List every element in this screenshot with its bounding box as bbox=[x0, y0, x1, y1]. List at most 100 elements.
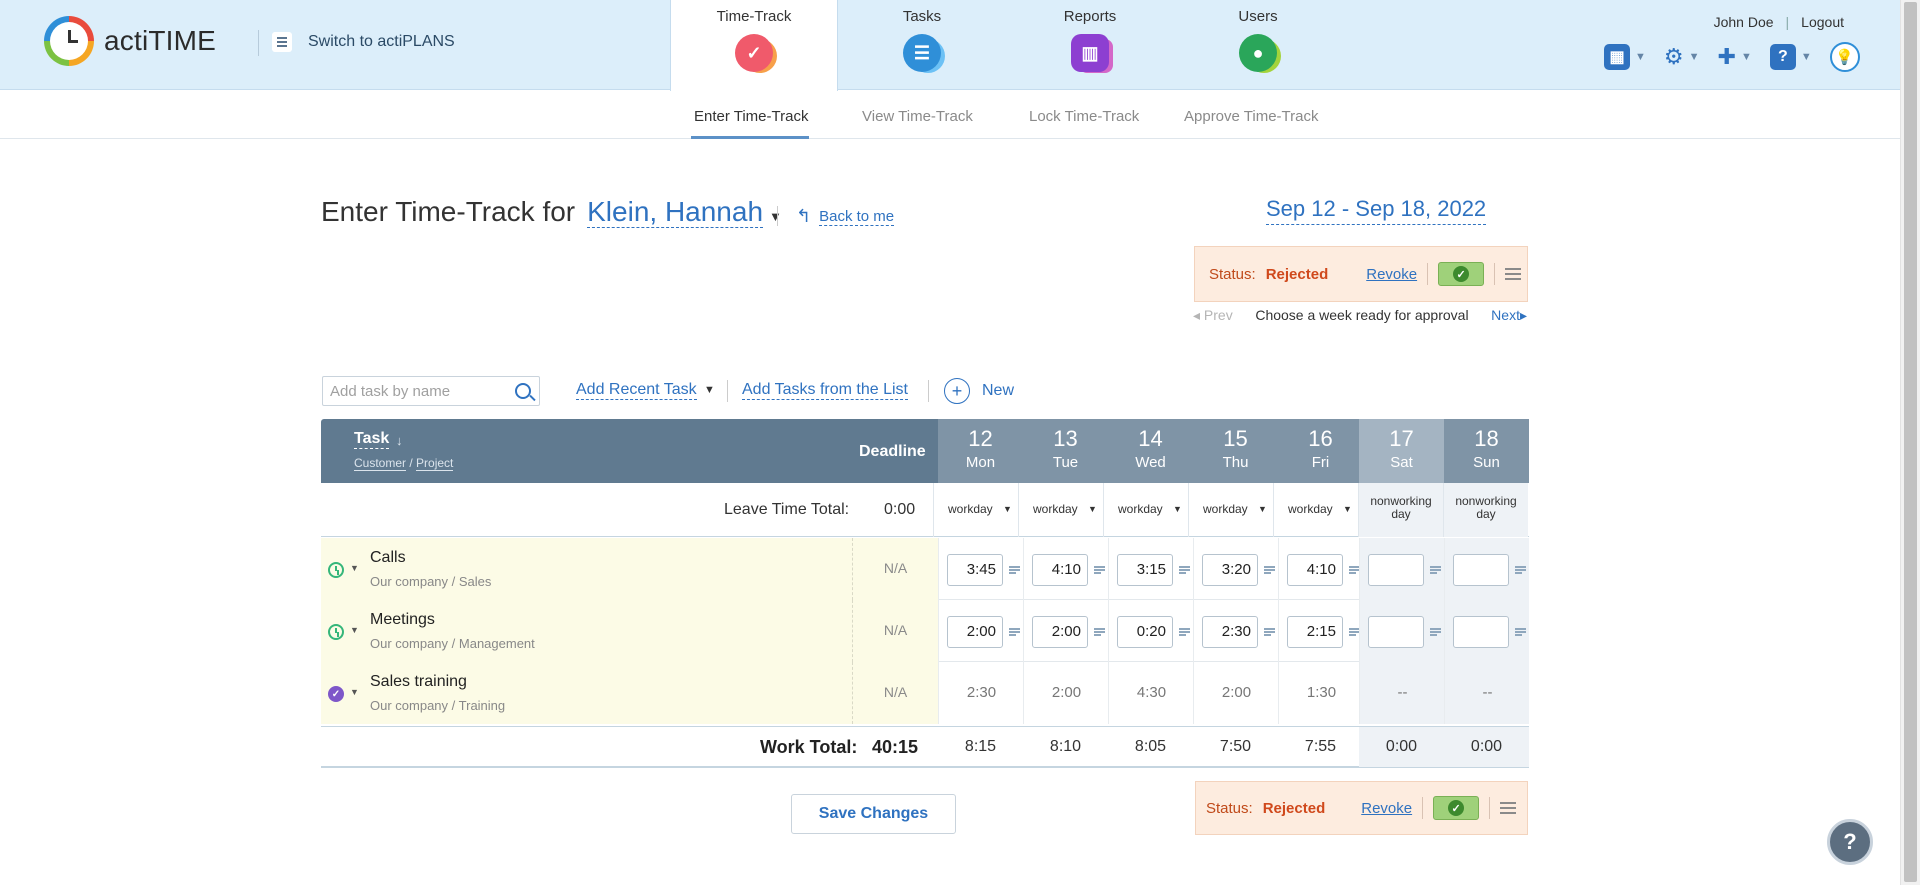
logout-link[interactable]: Logout bbox=[1801, 14, 1844, 30]
tab-label: Tasks bbox=[902, 8, 942, 25]
comment-icon[interactable] bbox=[1515, 628, 1526, 636]
add-tasks-from-list-link[interactable]: Add Tasks from the List bbox=[742, 381, 908, 400]
customer-sort-link[interactable]: Customer bbox=[354, 456, 407, 471]
day-weekday: Tue bbox=[1052, 454, 1079, 471]
settings-menu[interactable]: ⚙ ▼ bbox=[1664, 44, 1700, 70]
subnav-approve-time-track[interactable]: Approve Time-Track bbox=[1184, 108, 1318, 125]
active-subnav-indicator bbox=[691, 136, 809, 139]
time-input[interactable] bbox=[1453, 616, 1509, 648]
day-type-selector[interactable]: workday ▼ bbox=[1273, 483, 1358, 537]
comment-icon[interactable] bbox=[1094, 628, 1105, 636]
back-label: Back to me bbox=[819, 207, 895, 226]
new-task-button[interactable]: + New bbox=[944, 378, 1014, 404]
subnav-view-time-track[interactable]: View Time-Track bbox=[862, 108, 973, 125]
subnav-lock-time-track[interactable]: Lock Time-Track bbox=[1029, 108, 1139, 125]
prev-week-link[interactable]: ◂ Prev bbox=[1193, 307, 1233, 324]
user-name-link[interactable]: John Doe bbox=[1714, 14, 1774, 30]
comment-icon[interactable] bbox=[1094, 566, 1105, 574]
day-type-selector[interactable]: workday ▼ bbox=[1103, 483, 1188, 537]
caret-down-icon[interactable]: ▼ bbox=[350, 687, 359, 697]
search-icon[interactable] bbox=[515, 383, 531, 399]
time-input[interactable]: 2:00 bbox=[947, 616, 1003, 648]
toolbar-divider bbox=[727, 380, 728, 402]
time-input[interactable]: 3:45 bbox=[947, 554, 1003, 586]
status-divider bbox=[1422, 797, 1424, 819]
time-cell: 1:30 bbox=[1278, 662, 1363, 724]
caret-down-icon[interactable]: ▼ bbox=[704, 384, 715, 396]
project-sort-link[interactable]: Project bbox=[416, 456, 454, 471]
time-input[interactable]: 2:30 bbox=[1202, 616, 1258, 648]
time-value: 4:30 bbox=[1136, 684, 1167, 701]
approve-button[interactable]: ✓ bbox=[1438, 262, 1485, 286]
tab-tasks[interactable]: Tasks ☰ bbox=[838, 0, 1006, 90]
toolbar-divider bbox=[928, 380, 929, 402]
task-cell: ▼ Meetings Our company / Management bbox=[321, 600, 853, 662]
time-input[interactable]: 0:20 bbox=[1117, 616, 1173, 648]
help-menu[interactable]: ? ▼ bbox=[1769, 44, 1812, 70]
actitime-logo[interactable]: actiTIME bbox=[44, 16, 216, 66]
subnav-enter-time-track[interactable]: Enter Time-Track bbox=[694, 108, 808, 125]
task-column-header[interactable]: Task bbox=[354, 430, 390, 449]
task-name[interactable]: Calls bbox=[370, 549, 406, 567]
comment-icon[interactable] bbox=[1009, 628, 1020, 636]
time-input[interactable]: 4:10 bbox=[1287, 554, 1343, 586]
save-changes-button[interactable]: Save Changes bbox=[791, 794, 956, 834]
day-type-selector[interactable]: workday ▼ bbox=[1018, 483, 1103, 537]
time-input[interactable]: 2:15 bbox=[1287, 616, 1343, 648]
time-input[interactable]: 3:20 bbox=[1202, 554, 1258, 586]
person-selector[interactable]: Klein, Hannah bbox=[587, 197, 764, 228]
comment-icon[interactable] bbox=[1179, 628, 1190, 636]
comment-icon[interactable] bbox=[1264, 566, 1275, 574]
revoke-link[interactable]: Revoke bbox=[1366, 266, 1417, 283]
comment-icon[interactable] bbox=[1515, 566, 1526, 574]
help-floating-button[interactable]: ? bbox=[1827, 819, 1873, 865]
time-input[interactable]: 3:15 bbox=[1117, 554, 1173, 586]
time-input[interactable]: 2:00 bbox=[1032, 616, 1088, 648]
customer-project-sort: Customer / Project bbox=[354, 456, 454, 471]
status-panel-top: Status: Rejected Revoke ✓ bbox=[1194, 246, 1528, 302]
list-icon[interactable] bbox=[1500, 802, 1517, 814]
task-name[interactable]: Sales training bbox=[370, 673, 467, 691]
comment-icon[interactable] bbox=[1430, 566, 1441, 574]
revoke-link[interactable]: Revoke bbox=[1361, 800, 1412, 817]
tab-label: Reports bbox=[1063, 8, 1117, 25]
completed-check-icon[interactable]: ✓ bbox=[328, 686, 344, 702]
addons-menu[interactable]: ✚ ▼ bbox=[1718, 44, 1752, 70]
add-recent-task-link[interactable]: Add Recent Task bbox=[576, 381, 697, 400]
clock-icon[interactable] bbox=[328, 624, 344, 640]
clock-icon[interactable] bbox=[328, 562, 344, 578]
task-search-input[interactable] bbox=[323, 377, 503, 405]
comment-icon[interactable] bbox=[1009, 566, 1020, 574]
list-icon: ☰ bbox=[903, 34, 941, 72]
week-range-selector[interactable]: Sep 12 - Sep 18, 2022 bbox=[1266, 196, 1487, 225]
comment-icon[interactable] bbox=[1179, 566, 1190, 574]
scrollbar-thumb[interactable] bbox=[1904, 2, 1917, 882]
comment-icon[interactable] bbox=[1264, 628, 1275, 636]
task-cell: ✓ ▼ Sales training Our company / Trainin… bbox=[321, 662, 853, 724]
list-icon[interactable] bbox=[1505, 268, 1522, 280]
time-input[interactable]: 4:10 bbox=[1032, 554, 1088, 586]
switch-to-actiplans-link[interactable]: Switch to actiPLANS bbox=[272, 32, 455, 52]
tab-reports[interactable]: Reports ▥ bbox=[1006, 0, 1174, 90]
comment-icon[interactable] bbox=[1430, 628, 1441, 636]
next-week-link[interactable]: Next▸ bbox=[1491, 307, 1527, 324]
tips-button[interactable]: 💡 bbox=[1829, 42, 1860, 72]
approve-button[interactable]: ✓ bbox=[1433, 796, 1480, 820]
caret-down-icon[interactable]: ▼ bbox=[769, 209, 782, 224]
calendar-menu[interactable]: ▦ ▼ bbox=[1604, 44, 1646, 70]
sort-arrow-icon[interactable]: ↓ bbox=[396, 433, 403, 448]
time-input[interactable] bbox=[1453, 554, 1509, 586]
day-type-selector[interactable]: workday ▼ bbox=[933, 483, 1018, 537]
day-weekday: Sun bbox=[1473, 454, 1500, 471]
tab-time-track[interactable]: Time-Track ✓ bbox=[670, 0, 838, 91]
back-to-me-link[interactable]: ↰ Back to me bbox=[796, 206, 895, 227]
week-approval-message: Choose a week ready for approval bbox=[1255, 307, 1469, 323]
tab-users[interactable]: Users ● bbox=[1174, 0, 1342, 90]
caret-down-icon[interactable]: ▼ bbox=[350, 625, 359, 635]
time-input[interactable] bbox=[1368, 554, 1424, 586]
day-type-selector[interactable]: workday ▼ bbox=[1188, 483, 1273, 537]
time-input[interactable] bbox=[1368, 616, 1424, 648]
scrollbar[interactable] bbox=[1900, 0, 1920, 885]
caret-down-icon[interactable]: ▼ bbox=[350, 563, 359, 573]
task-name[interactable]: Meetings bbox=[370, 611, 435, 629]
